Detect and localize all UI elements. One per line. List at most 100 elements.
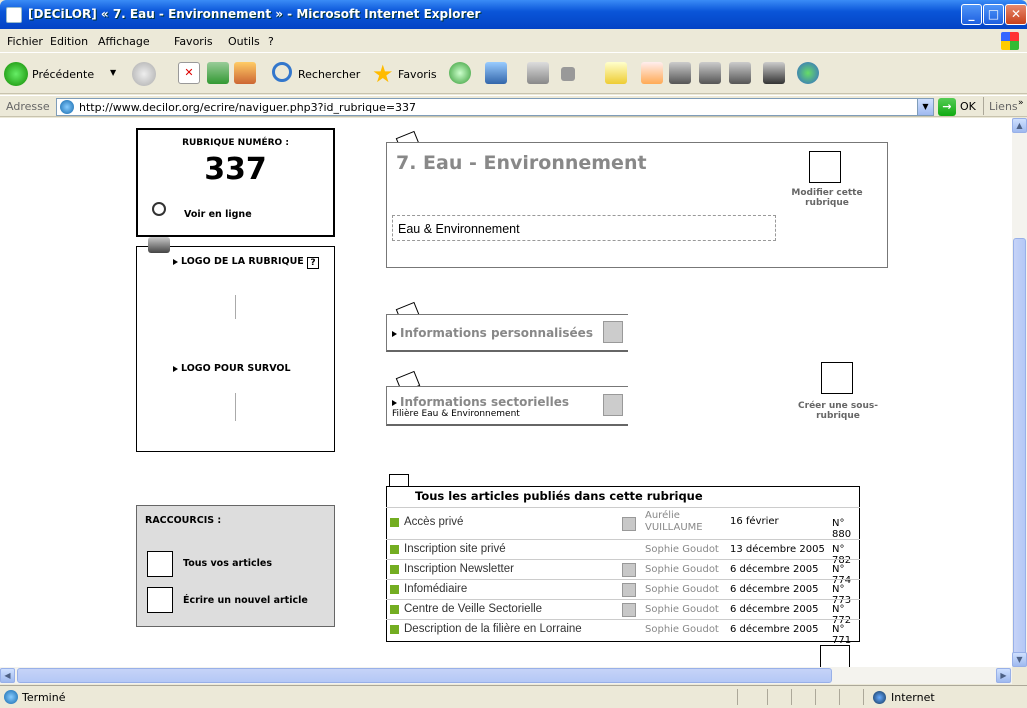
article-author[interactable]: Sophie Goudot	[645, 624, 719, 635]
table-row[interactable]: Description de la filière en Lorraine So…	[386, 619, 860, 646]
menu-favoris[interactable]: Favoris	[174, 35, 213, 48]
divider	[235, 393, 236, 421]
user-icon	[603, 321, 623, 343]
scroll-right-icon[interactable]: ▶	[996, 668, 1011, 683]
article-title[interactable]: Centre de Veille Sectorielle	[404, 603, 542, 615]
article-title[interactable]: Inscription site privé	[404, 543, 506, 555]
divider	[983, 97, 984, 115]
bullet-icon	[390, 625, 399, 634]
search-button[interactable]: Rechercher	[272, 60, 362, 88]
create-subrubrique-icon[interactable]	[821, 362, 853, 394]
article-author[interactable]: Sophie Goudot	[645, 584, 719, 595]
new-article-icon[interactable]	[147, 587, 173, 613]
bullet-icon	[390, 565, 399, 574]
article-title[interactable]: Description de la filière en Lorraine	[404, 623, 582, 635]
go-arrow-icon[interactable]: →	[938, 98, 956, 116]
notes-icon[interactable]	[605, 62, 627, 84]
chevron-right-icon[interactable]: »	[1018, 98, 1024, 108]
horizontal-scrollbar[interactable]: ◀ ▶	[0, 667, 1012, 684]
favorites-label: Favoris	[398, 68, 437, 81]
article-date: 13 décembre 2005	[730, 544, 825, 555]
article-title[interactable]: Accès privé	[404, 516, 463, 528]
new-article-icon[interactable]	[820, 645, 850, 667]
scroll-thumb[interactable]	[17, 668, 832, 683]
divider	[863, 689, 864, 705]
divider	[839, 689, 840, 705]
help-icon[interactable]: ?	[307, 257, 319, 269]
logo-survol-label[interactable]: LOGO POUR SURVOL	[173, 363, 291, 374]
back-button[interactable]: Précédente ▼	[4, 60, 124, 88]
articles-icon[interactable]	[147, 551, 173, 577]
close-button[interactable]: ✕	[1005, 4, 1027, 25]
ie-page-icon	[60, 100, 74, 114]
table-row[interactable]: Inscription Newsletter Sophie Goudot 6 d…	[386, 559, 860, 586]
logo-rubrique-label[interactable]: LOGO DE LA RUBRIQUE	[173, 256, 304, 267]
tool-icon[interactable]	[669, 62, 691, 84]
tool-icon[interactable]	[699, 62, 721, 84]
address-input[interactable]: http://www.decilor.org/ecrire/naviguer.p…	[56, 98, 934, 116]
search-label: Rechercher	[298, 68, 361, 81]
camera-icon[interactable]	[763, 62, 785, 84]
mail-icon[interactable]	[485, 62, 507, 84]
table-row[interactable]: Infomédiaire Sophie Goudot 6 décembre 20…	[386, 579, 860, 606]
voir-en-ligne-link[interactable]: Voir en ligne	[184, 209, 252, 220]
print-icon[interactable]	[527, 62, 549, 84]
go-button[interactable]: OK	[960, 100, 976, 113]
scroll-down-icon[interactable]: ▼	[1012, 652, 1027, 667]
modify-rubrique-icon[interactable]	[809, 151, 841, 183]
ie-page-icon	[6, 7, 22, 23]
edit-icon[interactable]	[561, 67, 575, 81]
table-row[interactable]: Centre de Veille Sectorielle Sophie Goud…	[386, 599, 860, 626]
menu-outils[interactable]: Outils	[228, 35, 260, 48]
search-icon	[272, 62, 292, 82]
links-button[interactable]: Liens	[989, 100, 1018, 113]
refresh-icon[interactable]	[207, 62, 229, 84]
info-sect-box[interactable]: Informations sectorielles Filière Eau & …	[386, 386, 628, 426]
info-sect-label[interactable]: Informations sectorielles	[392, 395, 569, 409]
scroll-left-icon[interactable]: ◀	[0, 668, 15, 683]
article-author[interactable]: Aurélie VUILLAUME	[645, 510, 723, 534]
scroll-thumb[interactable]	[1013, 238, 1026, 658]
forward-button[interactable]	[132, 62, 156, 86]
menu-help[interactable]: ?	[268, 35, 274, 48]
tous-vos-articles-link[interactable]: Tous vos articles	[183, 558, 272, 569]
history-icon[interactable]	[449, 62, 471, 84]
table-row[interactable]: Inscription site privé Sophie Goudot 13 …	[386, 539, 860, 566]
menu-edition[interactable]: Edition	[50, 35, 88, 48]
chevron-down-icon[interactable]: ▼	[917, 99, 933, 115]
minimize-button[interactable]: _	[961, 4, 982, 25]
create-subrubrique-link[interactable]: Créer une sous-rubrique	[788, 401, 888, 421]
stop-icon[interactable]: ✕	[178, 62, 200, 84]
raccourcis-title: RACCOURCIS :	[145, 515, 222, 526]
table-row[interactable]: Accès privé Aurélie VUILLAUME 16 février…	[386, 507, 860, 540]
article-title[interactable]: Infomédiaire	[404, 583, 467, 595]
info-perso-box[interactable]: Informations personnalisées	[386, 314, 628, 352]
vertical-scrollbar[interactable]: ▲ ▼	[1012, 118, 1027, 667]
messenger-icon[interactable]	[797, 62, 819, 84]
maximize-button[interactable]: □	[983, 4, 1004, 25]
article-author[interactable]: Sophie Goudot	[645, 544, 719, 555]
menu-fichier[interactable]: Fichier	[7, 35, 43, 48]
favorites-button[interactable]: ★ Favoris	[372, 60, 442, 88]
magnifier-icon[interactable]	[152, 202, 166, 216]
chevron-down-icon: ▼	[110, 68, 117, 77]
info-perso-label[interactable]: Informations personnalisées	[392, 326, 593, 340]
address-bar: Adresse http://www.decilor.org/ecrire/na…	[0, 95, 1027, 117]
modify-rubrique-link[interactable]: Modifier cette rubrique	[787, 188, 867, 208]
rubrique-header-box: 7. Eau - Environnement Modifier cette ru…	[386, 142, 888, 268]
article-author[interactable]: Sophie Goudot	[645, 564, 719, 575]
address-label: Adresse	[6, 100, 50, 113]
new-item-icon[interactable]	[641, 62, 663, 84]
article-title[interactable]: Inscription Newsletter	[404, 563, 514, 575]
articles-title: Tous les articles publiés dans cette rub…	[415, 489, 703, 503]
scroll-up-icon[interactable]: ▲	[1012, 118, 1027, 133]
home-icon[interactable]	[234, 62, 256, 84]
tool-icon[interactable]	[729, 62, 751, 84]
article-author[interactable]: Sophie Goudot	[645, 604, 719, 615]
ecrire-article-link[interactable]: Écrire un nouvel article	[183, 595, 308, 606]
bullet-icon	[390, 518, 399, 527]
divider	[815, 689, 816, 705]
page-content: RUBRIQUE NUMÉRO : 337 Voir en ligne LOGO…	[0, 118, 1012, 667]
window-title: [DECiLOR] « 7. Eau - Environnement » - M…	[28, 7, 481, 21]
menu-affichage[interactable]: Affichage	[98, 35, 150, 48]
